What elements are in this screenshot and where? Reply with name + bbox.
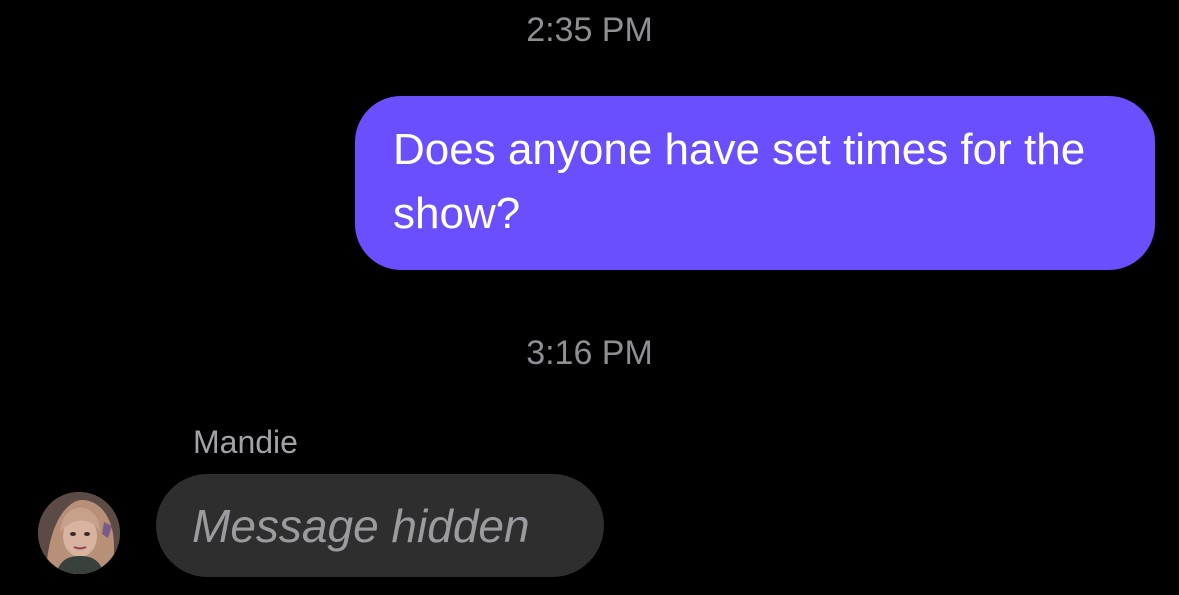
sender-name: Mandie <box>193 424 298 460</box>
message-timestamp: 3:16 PM <box>526 334 653 372</box>
hidden-message-text: Message hidden <box>192 499 530 552</box>
user-avatar-photo-icon <box>38 492 120 574</box>
incoming-message-bubble[interactable]: Message hidden <box>156 474 604 577</box>
avatar[interactable] <box>38 492 120 574</box>
message-timestamp: 2:35 PM <box>526 11 653 49</box>
outgoing-message-bubble[interactable]: Does anyone have set times for the show? <box>355 96 1155 270</box>
